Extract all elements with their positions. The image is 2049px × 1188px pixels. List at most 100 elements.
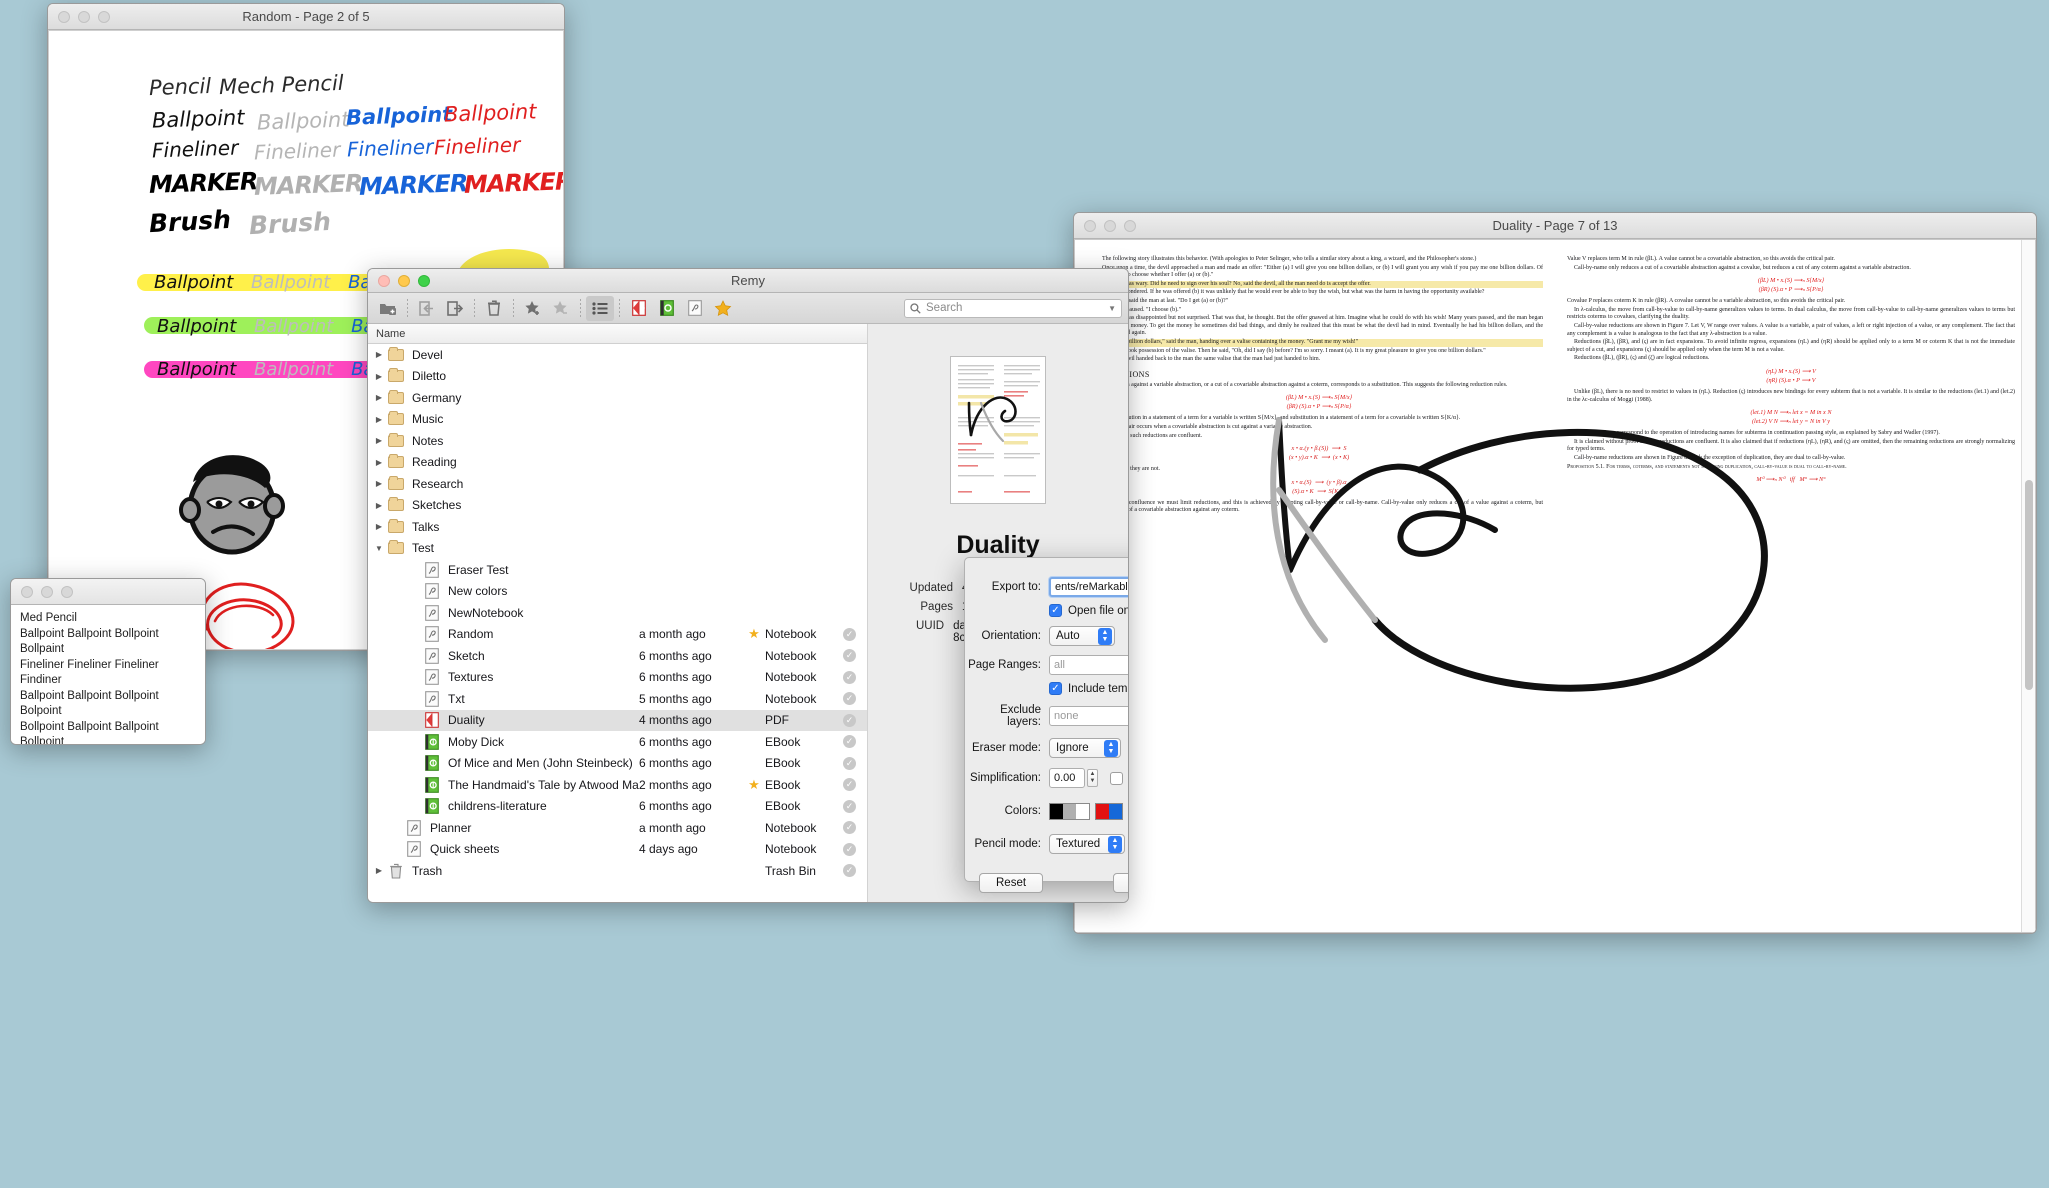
table-row[interactable]: ▶TrashTrash Bin✓ [368, 860, 867, 882]
maximize-button[interactable] [1124, 220, 1136, 232]
exclude-layers-input[interactable]: none i [1049, 706, 1129, 726]
table-row[interactable]: Sketch6 months agoNotebook✓ [368, 645, 867, 667]
table-row[interactable]: ▶Research [368, 473, 867, 495]
simplification-stepper[interactable]: ▲▼ [1087, 769, 1098, 787]
export-dialog[interactable]: Export to: ents/reMarkable/saved/Duality… [964, 557, 1129, 882]
minimize-button[interactable] [398, 275, 410, 287]
chevron-right-icon[interactable]: ▶ [372, 522, 386, 531]
window-random-titlebar[interactable]: Random - Page 2 of 5 [48, 4, 564, 30]
table-row[interactable]: NewNotebook [368, 602, 867, 624]
minimize-button[interactable] [78, 11, 90, 23]
maximize-button[interactable] [98, 11, 110, 23]
chevron-right-icon[interactable]: ▶ [372, 501, 386, 510]
remy-toolbar[interactable]: Search ▼ [368, 293, 1128, 324]
include-template-checkbox[interactable]: ✓ [1049, 682, 1062, 695]
chevron-right-icon[interactable]: ▶ [372, 866, 386, 875]
trash-icon[interactable] [480, 296, 508, 321]
orientation-select[interactable]: Auto ▲▼ [1049, 626, 1115, 646]
color-swatch-red[interactable] [1096, 804, 1109, 819]
table-row[interactable]: ▶Reading [368, 452, 867, 474]
pencil-mode-stepper-icon[interactable]: ▲▼ [1108, 836, 1122, 853]
maximize-button[interactable] [418, 275, 430, 287]
export-to-input[interactable]: ents/reMarkable/saved/Duality.pdf [1049, 577, 1129, 597]
page-ranges-input[interactable]: all i [1049, 655, 1129, 675]
table-row[interactable]: The Handmaid's Tale by Atwood Margaret2 … [368, 774, 867, 796]
table-row[interactable]: ▼Test [368, 538, 867, 560]
table-row[interactable]: ▶Germany [368, 387, 867, 409]
window-text-note[interactable]: Med Pencil Ballpoint Ballpoint Bollpoint… [10, 578, 206, 745]
chevron-down-icon[interactable]: ▼ [1108, 304, 1116, 313]
chevron-right-icon[interactable]: ▶ [372, 415, 386, 424]
table-row[interactable]: Eraser Test [368, 559, 867, 581]
remy-titlebar[interactable]: Remy [368, 269, 1128, 293]
chevron-right-icon[interactable]: ▶ [372, 436, 386, 445]
star-remove-icon[interactable] [547, 296, 575, 321]
eraser-mode-select[interactable]: Ignore ▲▼ [1049, 738, 1121, 758]
minimize-button[interactable] [1104, 220, 1116, 232]
table-row[interactable]: Moby Dick6 months agoEBook✓ [368, 731, 867, 753]
pdf-scroll-thumb[interactable] [2025, 480, 2033, 690]
table-row[interactable]: ▶Talks [368, 516, 867, 538]
export-icon[interactable] [441, 296, 469, 321]
table-row[interactable]: Plannera month agoNotebook✓ [368, 817, 867, 839]
new-folder-icon[interactable] [374, 296, 402, 321]
minimize-button[interactable] [41, 586, 53, 598]
favourites-icon[interactable] [709, 296, 737, 321]
text-note-window-controls[interactable] [21, 586, 73, 598]
text-note-titlebar[interactable] [11, 579, 205, 605]
pdf-page-area[interactable]: The following story illustrates this beh… [1074, 239, 2036, 933]
import-icon[interactable] [413, 296, 441, 321]
table-row[interactable]: New colors [368, 581, 867, 603]
color-swatch-group-primary[interactable] [1095, 803, 1123, 820]
table-row[interactable]: Randoma month ago★Notebook✓ [368, 624, 867, 646]
chevron-right-icon[interactable]: ▶ [372, 479, 386, 488]
close-button[interactable] [58, 11, 70, 23]
close-button[interactable] [1084, 220, 1096, 232]
chevron-right-icon[interactable]: ▶ [372, 458, 386, 467]
table-row[interactable]: ▶Diletto [368, 366, 867, 388]
duality-titlebar[interactable]: Duality - Page 7 of 13 [1074, 213, 2036, 239]
window-controls[interactable] [58, 11, 110, 23]
ebook-icon[interactable] [653, 296, 681, 321]
pencil-mode-select[interactable]: Textured ▲▼ [1049, 834, 1125, 854]
color-swatch-gray[interactable] [1063, 804, 1076, 819]
pdf-vertical-scrollbar[interactable] [2021, 240, 2035, 932]
table-row[interactable]: ▶Music [368, 409, 867, 431]
table-row[interactable]: Textures6 months agoNotebook✓ [368, 667, 867, 689]
search-input[interactable]: Search ▼ [904, 299, 1122, 318]
reset-button[interactable]: Reset [979, 873, 1043, 893]
table-row[interactable]: Quick sheets4 days agoNotebook✓ [368, 839, 867, 861]
open-on-completion-checkbox[interactable]: ✓ [1049, 604, 1062, 617]
table-row[interactable]: Txt5 months agoNotebook✓ [368, 688, 867, 710]
close-button[interactable] [21, 586, 33, 598]
table-row[interactable]: Of Mice and Men (John Steinbeck)6 months… [368, 753, 867, 775]
eraser-mode-stepper-icon[interactable]: ▲▼ [1104, 740, 1118, 757]
window-duality-pdf[interactable]: Duality - Page 7 of 13 The following sto… [1073, 212, 2037, 934]
close-button[interactable] [378, 275, 390, 287]
chevron-down-icon[interactable]: ▼ [372, 544, 386, 553]
orientation-stepper-icon[interactable]: ▲▼ [1098, 628, 1112, 645]
table-row[interactable]: childrens-literature6 months agoEBook✓ [368, 796, 867, 818]
chevron-right-icon[interactable]: ▶ [372, 393, 386, 402]
chevron-right-icon[interactable]: ▶ [372, 372, 386, 381]
pdf-icon[interactable] [625, 296, 653, 321]
color-swatch-white[interactable] [1076, 804, 1089, 819]
list-column-header[interactable]: Name [368, 324, 867, 344]
list-view-icon[interactable] [586, 296, 614, 321]
row-star-icon[interactable]: ★ [743, 777, 765, 793]
cancel-button[interactable]: Cancel [1113, 873, 1129, 893]
simplification-input[interactable]: 0.00 [1049, 768, 1085, 788]
table-row[interactable]: Duality4 months agoPDF✓ [368, 710, 867, 732]
chevron-right-icon[interactable]: ▶ [372, 350, 386, 359]
smoothen-checkbox[interactable]: ✓ [1110, 772, 1123, 785]
document-rows[interactable]: ▶Devel▶Diletto▶Germany▶Music▶Notes▶Readi… [368, 344, 867, 902]
color-swatch-blue[interactable] [1109, 804, 1122, 819]
table-row[interactable]: ▶Devel [368, 344, 867, 366]
table-row[interactable]: ▶Sketches [368, 495, 867, 517]
star-add-icon[interactable] [519, 296, 547, 321]
maximize-button[interactable] [61, 586, 73, 598]
row-star-icon[interactable]: ★ [743, 626, 765, 642]
color-swatch-group-highlight[interactable] [1128, 803, 1129, 820]
color-swatch-group-neutral[interactable] [1049, 803, 1090, 820]
duality-window-controls[interactable] [1084, 220, 1136, 232]
